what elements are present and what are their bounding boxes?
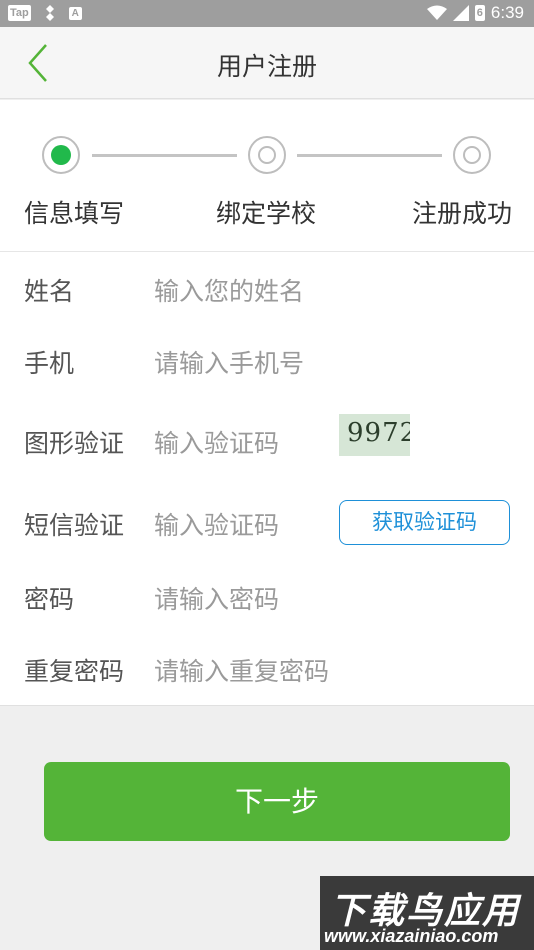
captcha-text: 9972: [347, 418, 410, 448]
signal-icon: [452, 5, 469, 21]
step-connector: [92, 154, 237, 157]
step-2-label: 绑定学校: [216, 199, 317, 228]
watermark-logo: 下载鸟应用 www.xiazainiao.com: [320, 876, 534, 950]
name-label: 姓名: [24, 277, 75, 306]
wifi-icon: [426, 5, 447, 20]
status-bar: Tap A 6 6:39: [0, 0, 534, 27]
get-code-button[interactable]: 获取验证码: [339, 500, 510, 545]
name-input[interactable]: 输入您的姓名: [154, 272, 304, 308]
step-1-label: 信息填写: [24, 199, 125, 228]
battery-icon: 6: [474, 5, 485, 21]
sync-icon: [45, 5, 54, 21]
sms-label: 短信验证: [24, 511, 125, 540]
step-3-label: 注册成功: [412, 199, 513, 228]
step-connector: [297, 154, 442, 157]
app-header: 用户注册: [0, 27, 534, 99]
password-label: 密码: [24, 585, 75, 614]
registration-stepper: 信息填写 绑定学校 注册成功: [0, 100, 534, 252]
step-2-indicator: [248, 136, 286, 174]
sms-code-input[interactable]: 输入验证码: [154, 506, 279, 542]
notification-a-icon: A: [68, 6, 82, 20]
password-input[interactable]: 请输入密码: [154, 580, 279, 616]
confirm-password-label: 重复密码: [24, 657, 125, 686]
step-1-indicator: [42, 136, 80, 174]
captcha-image[interactable]: 9972: [339, 414, 410, 456]
phone-label: 手机: [24, 349, 75, 378]
captcha-label: 图形验证: [24, 429, 125, 458]
next-step-button[interactable]: 下一步: [44, 762, 510, 841]
confirm-password-input[interactable]: 请输入重复密码: [154, 652, 329, 688]
carrier-badge: Tap: [8, 5, 31, 21]
registration-form: 姓名 输入您的姓名 手机 请输入手机号 图形验证 输入验证码 9972 短信验证…: [0, 252, 534, 706]
watermark-url: www.xiazainiao.com: [324, 926, 499, 946]
phone-input[interactable]: 请输入手机号: [154, 344, 304, 380]
clock: 6:39: [490, 3, 524, 22]
captcha-input[interactable]: 输入验证码: [154, 424, 279, 460]
page-title: 用户注册: [216, 52, 317, 81]
step-3-indicator: [453, 136, 491, 174]
